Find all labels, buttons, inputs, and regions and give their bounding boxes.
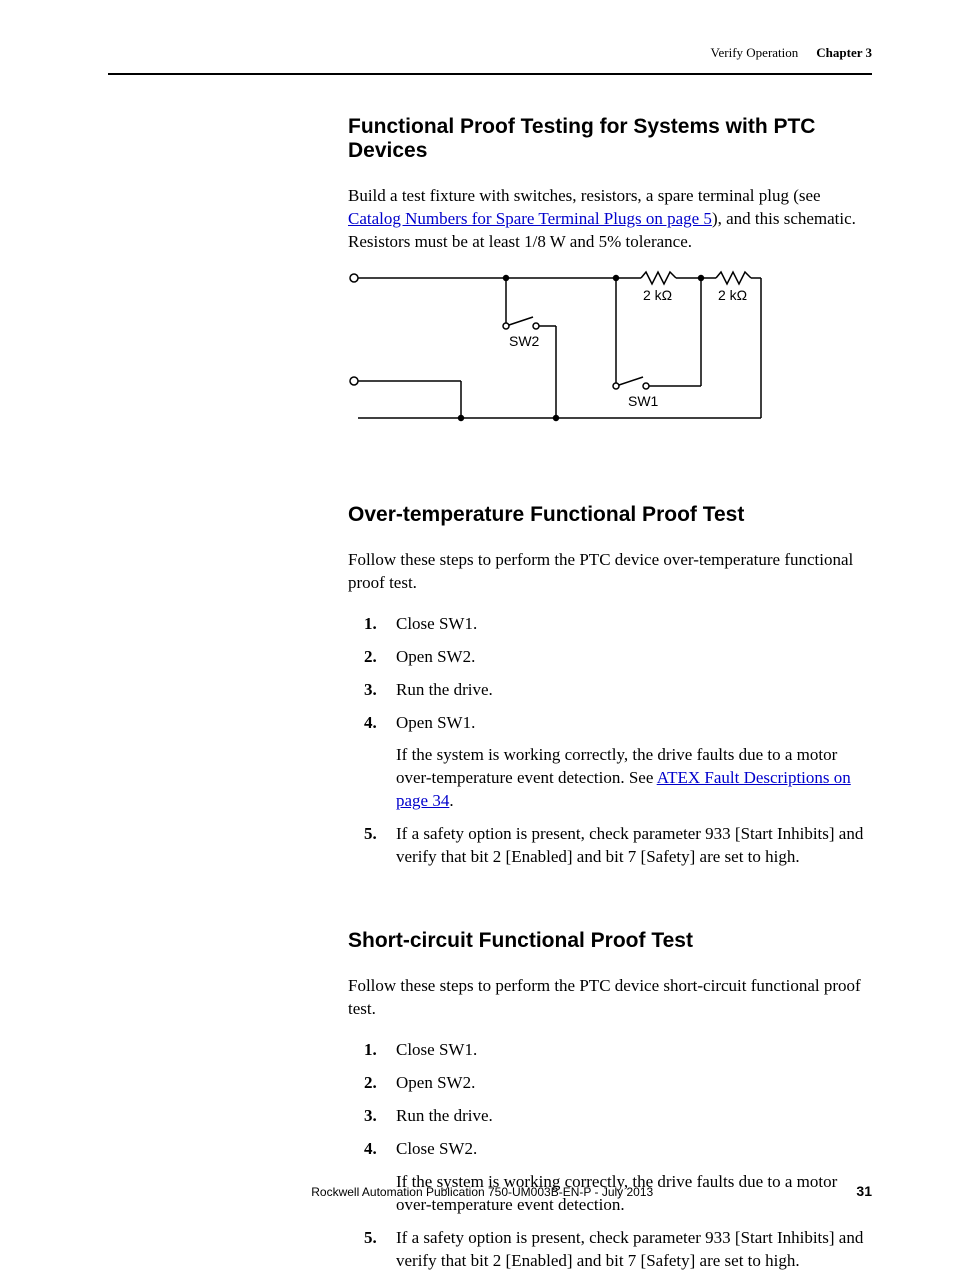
list-item: 1.Close SW1. xyxy=(348,613,872,636)
step-text: Close SW1. xyxy=(396,614,477,633)
main-content: Functional Proof Testing for Systems wit… xyxy=(348,115,872,1273)
schematic-diagram: SW2 SW1 2 kΩ 2 kΩ xyxy=(346,268,872,443)
step-text: Open SW1. xyxy=(396,713,475,732)
text: . xyxy=(449,791,453,810)
heading-short-circuit: Short-circuit Functional Proof Test xyxy=(348,929,872,953)
page: Verify Operation Chapter 3 Functional Pr… xyxy=(0,0,954,1235)
paragraph-over-temp-intro: Follow these steps to perform the PTC de… xyxy=(348,549,872,595)
steps-over-temperature: 1.Close SW1. 2.Open SW2. 3.Run the drive… xyxy=(348,613,872,869)
footer-publication: Rockwell Automation Publication 750-UM00… xyxy=(311,1185,653,1199)
steps-short-circuit: 1.Close SW1. 2.Open SW2. 3.Run the drive… xyxy=(348,1039,872,1273)
step-text: If a safety option is present, check par… xyxy=(396,1228,863,1270)
step-text: Open SW2. xyxy=(396,1073,475,1092)
header-section: Verify Operation xyxy=(711,45,799,61)
footer-page-number: 31 xyxy=(856,1183,872,1199)
list-item: 3.Run the drive. xyxy=(348,679,872,702)
page-header: Verify Operation Chapter 3 xyxy=(108,45,872,75)
list-item: 5.If a safety option is present, check p… xyxy=(348,1227,872,1273)
schematic-label-sw2: SW2 xyxy=(509,333,540,349)
step-text: If a safety option is present, check par… xyxy=(396,824,863,866)
step-subtext: If the system is working correctly, the … xyxy=(396,744,872,813)
list-item: 3.Run the drive. xyxy=(348,1105,872,1128)
list-item: 1.Close SW1. xyxy=(348,1039,872,1062)
heading-functional-proof-testing: Functional Proof Testing for Systems wit… xyxy=(348,115,872,163)
step-text: Run the drive. xyxy=(396,1106,493,1125)
list-item: 2.Open SW2. xyxy=(348,646,872,669)
step-text: Open SW2. xyxy=(396,647,475,666)
list-item: 2.Open SW2. xyxy=(348,1072,872,1095)
list-item: 4.Open SW1. If the system is working cor… xyxy=(348,712,872,814)
heading-over-temperature: Over-temperature Functional Proof Test xyxy=(348,503,872,527)
text: Build a test fixture with switches, resi… xyxy=(348,186,821,205)
schematic-label-r2: 2 kΩ xyxy=(718,287,747,303)
schematic-label-r1: 2 kΩ xyxy=(643,287,672,303)
paragraph-intro: Build a test fixture with switches, resi… xyxy=(348,185,872,254)
header-chapter: Chapter 3 xyxy=(816,45,872,61)
paragraph-short-circuit-intro: Follow these steps to perform the PTC de… xyxy=(348,975,872,1021)
step-text: Close SW1. xyxy=(396,1040,477,1059)
link-catalog-numbers[interactable]: Catalog Numbers for Spare Terminal Plugs… xyxy=(348,209,712,228)
list-item: 5.If a safety option is present, check p… xyxy=(348,823,872,869)
list-item: 4.Close SW2. If the system is working co… xyxy=(348,1138,872,1217)
step-text: Run the drive. xyxy=(396,680,493,699)
page-footer: Rockwell Automation Publication 750-UM00… xyxy=(108,1183,872,1199)
step-text: Close SW2. xyxy=(396,1139,477,1158)
schematic-label-sw1: SW1 xyxy=(628,393,659,409)
